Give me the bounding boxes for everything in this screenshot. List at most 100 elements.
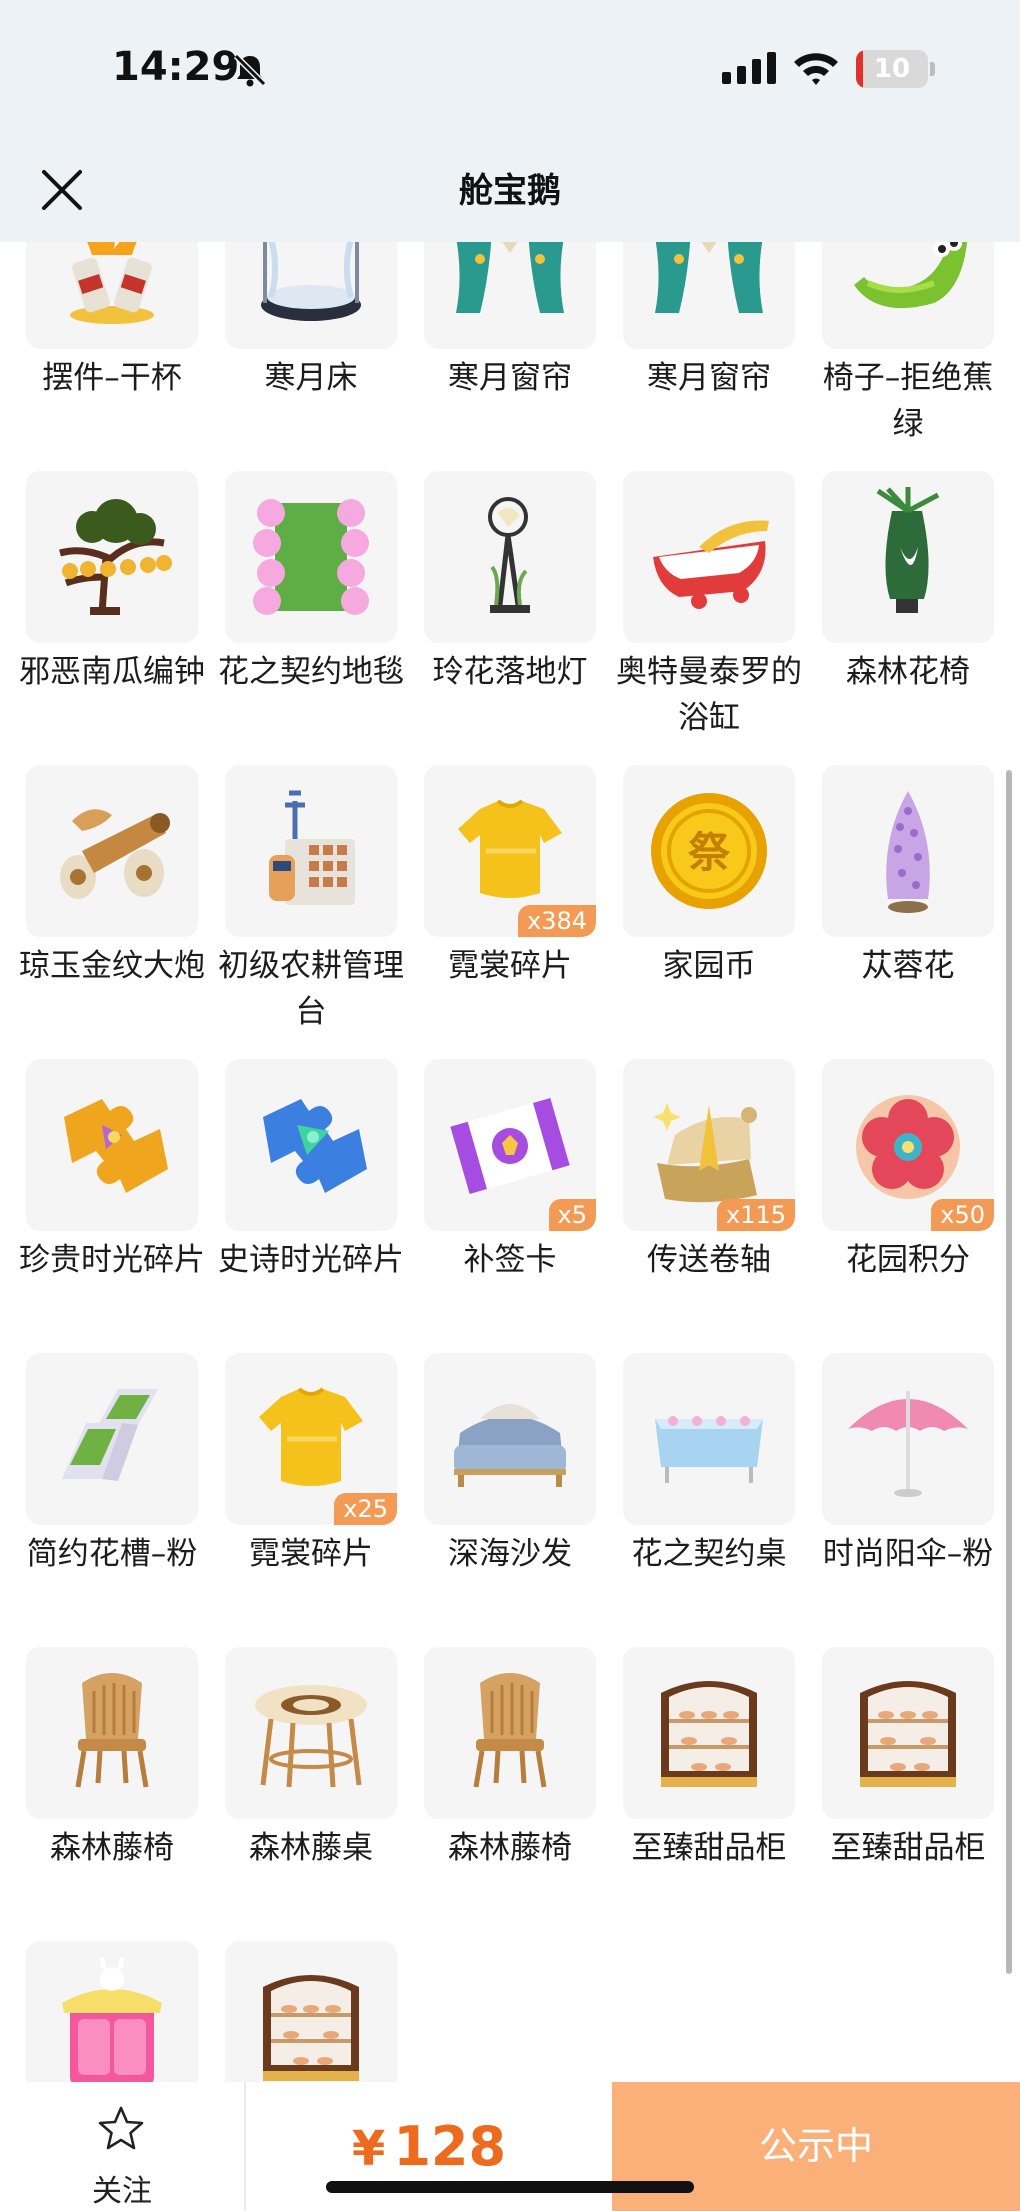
item-thumbnail (822, 471, 994, 643)
dessert-cabinet-icon (263, 1975, 359, 2081)
item-card[interactable]: 至臻甜品柜 (822, 1647, 994, 1941)
item-card[interactable]: 寒月床 (225, 242, 397, 471)
item-card[interactable] (225, 1941, 397, 2082)
item-thumbnail (424, 1647, 596, 1819)
follow-label: 关注 (92, 2174, 152, 2209)
item-thumbnail (225, 471, 397, 643)
item-card[interactable]: 祭家园币 (623, 765, 795, 1059)
item-name: 琼玉金纹大炮 (19, 948, 205, 984)
item-card[interactable]: 摆件–干杯 (26, 242, 198, 471)
item-card[interactable]: 寒月窗帘 (623, 242, 795, 471)
item-name: 森林花椅 (846, 654, 970, 690)
item-thumbnail (822, 765, 994, 937)
item-thumbnail (623, 1647, 795, 1819)
rattan-chair-icon (75, 1673, 149, 1788)
item-name: 补签卡 (463, 1242, 557, 1278)
item-card[interactable]: 至臻甜品柜 (623, 1647, 795, 1941)
flower-chair-icon (876, 487, 940, 613)
item-card[interactable]: 森林藤椅 (26, 1647, 198, 1941)
rattan-chair-icon (473, 1673, 547, 1788)
item-card[interactable]: x384 霓裳碎片 (424, 765, 596, 1059)
item-name: 史诗时光碎片 (218, 1242, 404, 1278)
nav-bar: 舱宝鹅 (0, 140, 1020, 242)
gold-puzzle-icon (64, 1099, 168, 1193)
item-thumbnail (225, 1059, 397, 1231)
item-thumbnail (26, 242, 198, 349)
item-card[interactable]: 奥特曼泰罗的浴缸 (616, 471, 802, 765)
item-card[interactable]: 椅子–拒绝蕉绿 (822, 242, 994, 471)
item-card[interactable]: 森林藤桌 (225, 1647, 397, 1941)
item-thumbnail (225, 1941, 397, 2082)
bathtub-icon (653, 520, 769, 609)
item-card[interactable]: 邪恶南瓜编钟 (19, 471, 205, 765)
item-card[interactable]: 史诗时光碎片 (218, 1059, 404, 1353)
item-thumbnail (26, 471, 198, 643)
item-card[interactable]: 苁蓉花 (822, 765, 994, 1059)
status-bar: 14:29 10 (0, 0, 1020, 140)
item-thumbnail (225, 765, 397, 937)
status-time: 14:29 (112, 44, 240, 90)
battery-level-text: 10 (873, 54, 911, 84)
pumpkin-bells-icon (59, 499, 172, 615)
cistanche-flower-icon (886, 791, 930, 913)
item-name: 苁蓉花 (861, 948, 955, 984)
item-name: 初级农耕管理台 (218, 948, 404, 1030)
item-card[interactable]: 花之契约地毯 (218, 471, 404, 765)
item-card[interactable]: 玲花落地灯 (424, 471, 596, 765)
item-name: 简约花槽–粉 (26, 1536, 198, 1572)
quantity-badge: x115 (716, 1199, 795, 1231)
item-thumbnail (26, 1353, 198, 1525)
item-card[interactable]: 寒月窗帘 (424, 242, 596, 471)
follow-button[interactable]: 关注 (0, 2082, 244, 2211)
item-thumbnail (822, 1647, 994, 1819)
quantity-badge: x5 (548, 1199, 596, 1231)
item-card[interactable]: x25 霓裳碎片 (225, 1353, 397, 1647)
table-cloth-icon (655, 1416, 763, 1483)
umbrella-icon (848, 1391, 968, 1497)
item-card[interactable]: 琼玉金纹大炮 (19, 765, 205, 1059)
item-name: 森林藤椅 (448, 1830, 572, 1866)
item-card[interactable]: 森林花椅 (822, 471, 994, 765)
item-card[interactable]: 深海沙发 (424, 1353, 596, 1647)
item-card[interactable]: 简约花槽–粉 (26, 1353, 198, 1647)
item-card[interactable]: 珍贵时光碎片 (19, 1059, 205, 1353)
item-card[interactable]: x5 补签卡 (424, 1059, 596, 1353)
item-name: 至臻甜品柜 (830, 1830, 986, 1866)
sofa-icon (454, 1404, 566, 1487)
item-thumbnail (26, 765, 198, 937)
battery-cap (930, 62, 935, 76)
item-card[interactable] (26, 1941, 198, 2082)
item-thumbnail (26, 1059, 198, 1231)
cannon-icon (60, 809, 170, 899)
curtain-icon (655, 242, 763, 313)
item-name: 寒月窗帘 (448, 360, 572, 396)
quantity-badge: x25 (334, 1493, 397, 1525)
item-card[interactable]: 花之契约桌 (623, 1353, 795, 1647)
item-card[interactable]: 初级农耕管理台 (218, 765, 404, 1059)
item-thumbnail: x5 (424, 1059, 596, 1231)
item-thumbnail: x115 (623, 1059, 795, 1231)
scrollbar[interactable] (1006, 770, 1012, 1974)
svg-text:祭: 祭 (688, 828, 731, 877)
item-card[interactable]: x115 传送卷轴 (623, 1059, 795, 1353)
dessert-cabinet-icon (860, 1681, 956, 1787)
item-name: 寒月窗帘 (647, 360, 771, 396)
item-card[interactable]: x50 花园积分 (822, 1059, 994, 1353)
dessert-cabinet-icon (661, 1681, 757, 1787)
shirt-fragment-icon (259, 1387, 363, 1486)
item-name: 椅子–拒绝蕉绿 (822, 360, 994, 442)
floor-lamp-icon (488, 497, 530, 613)
close-icon[interactable] (36, 164, 88, 216)
scroll-icon (653, 1103, 757, 1203)
item-name: 家园币 (662, 948, 756, 984)
home-indicator (326, 2181, 694, 2193)
item-name: 花之契约地毯 (218, 654, 404, 690)
rattan-table-icon (255, 1685, 367, 1788)
curtain-icon (456, 242, 564, 313)
shirt-fragment-icon (458, 799, 562, 898)
item-grid-viewport[interactable]: 摆件–干杯 寒月床 寒月窗帘 寒月窗帘 椅子–拒绝蕉绿邪恶南瓜编钟 花之契约地毯 玲花落地灯… (0, 242, 1020, 2082)
app-root: 14:29 10 舱宝鹅 摆件–干杯 寒月床 寒月窗帘 寒月窗帘 椅子–拒绝蕉绿… (0, 0, 1020, 2211)
wifi-icon (794, 53, 838, 85)
item-card[interactable]: 时尚阳伞–粉 (822, 1353, 994, 1647)
item-card[interactable]: 森林藤椅 (424, 1647, 596, 1941)
